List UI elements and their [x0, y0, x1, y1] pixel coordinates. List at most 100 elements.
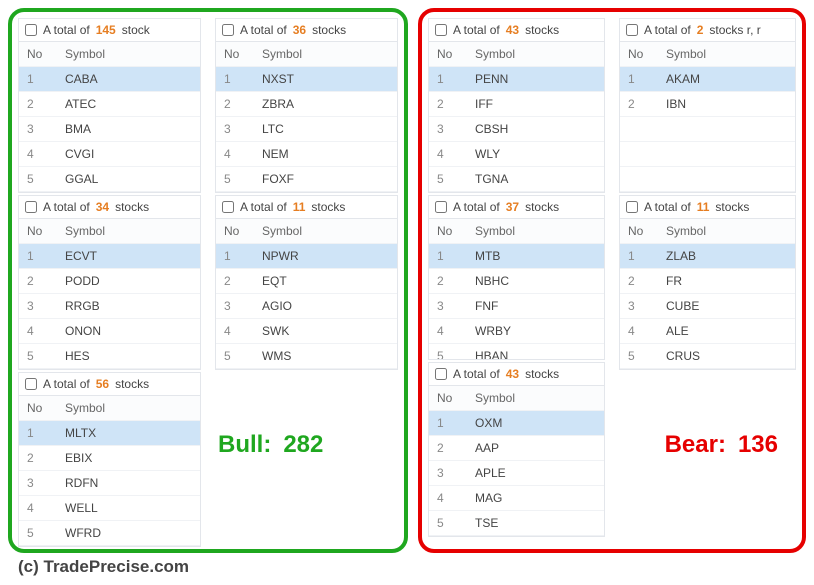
select-all-checkbox[interactable] [435, 368, 447, 380]
table-row[interactable]: 2IBN [620, 92, 795, 117]
table-row[interactable]: 1CABA [19, 67, 200, 92]
column-header-symbol[interactable]: Symbol [254, 219, 397, 244]
column-header-no[interactable]: No [19, 219, 57, 244]
column-header-no[interactable]: No [216, 219, 254, 244]
table-row[interactable]: 3LTC [216, 117, 397, 142]
column-header-symbol[interactable]: Symbol [254, 42, 397, 67]
table-row[interactable]: 3BMA [19, 117, 200, 142]
select-all-checkbox[interactable] [222, 24, 234, 36]
table-row[interactable]: 4NEM [216, 142, 397, 167]
table-row[interactable]: 4WRBY [429, 319, 604, 344]
table-row[interactable]: 5WFRD [19, 521, 200, 546]
stock-count: 43 [506, 23, 519, 37]
column-header-symbol[interactable]: Symbol [57, 42, 200, 67]
cell-symbol: MLTX [57, 421, 200, 446]
table-row[interactable]: 5GGAL [19, 167, 200, 192]
select-all-checkbox[interactable] [435, 24, 447, 36]
table-row[interactable]: 5HBAN [429, 344, 604, 361]
select-all-checkbox[interactable] [222, 201, 234, 213]
column-header-no[interactable]: No [620, 219, 658, 244]
table-row[interactable]: 2FR [620, 269, 795, 294]
select-all-checkbox[interactable] [25, 24, 37, 36]
select-all-checkbox[interactable] [626, 201, 638, 213]
table-row[interactable]: 2NBHC [429, 269, 604, 294]
table-row[interactable]: 3AGIO [216, 294, 397, 319]
cell-symbol: FNF [467, 294, 604, 319]
stock-count: 11 [293, 200, 306, 214]
table-row[interactable]: 4SWK [216, 319, 397, 344]
table-row[interactable]: 5HES [19, 344, 200, 369]
table-row[interactable]: 1NPWR [216, 244, 397, 269]
column-header-symbol[interactable]: Symbol [658, 42, 795, 67]
select-all-checkbox[interactable] [435, 201, 447, 213]
column-header-no[interactable]: No [429, 386, 467, 411]
column-header-no[interactable]: No [19, 396, 57, 421]
cell-no: 2 [620, 269, 658, 294]
cell-no: 1 [429, 411, 467, 436]
cell-no: 2 [19, 92, 57, 117]
table-row[interactable]: 3APLE [429, 461, 604, 486]
table-row[interactable]: 3FNF [429, 294, 604, 319]
table-row[interactable]: 5WMS [216, 344, 397, 369]
table-row[interactable]: 3RRGB [19, 294, 200, 319]
table-row[interactable]: 1NXST [216, 67, 397, 92]
cell-symbol: HES [57, 344, 200, 369]
table-row[interactable]: 1MTB [429, 244, 604, 269]
cell-symbol: PODD [57, 269, 200, 294]
table-row[interactable]: 1OXM [429, 411, 604, 436]
table-row[interactable]: 2PODD [19, 269, 200, 294]
column-header-symbol[interactable]: Symbol [467, 219, 604, 244]
table-row[interactable]: 2AAP [429, 436, 604, 461]
cell-no: 2 [429, 269, 467, 294]
total-prefix: A total of [43, 377, 90, 391]
stock-count: 34 [96, 200, 109, 214]
cell-no: 5 [19, 344, 57, 369]
column-header-no[interactable]: No [620, 42, 658, 67]
table-row[interactable]: 5FOXF [216, 167, 397, 192]
table-row[interactable]: 4MAG [429, 486, 604, 511]
cell-no: 1 [429, 67, 467, 92]
table-row[interactable]: 4ALE [620, 319, 795, 344]
table-row[interactable]: 4ONON [19, 319, 200, 344]
table-row[interactable]: 1PENN [429, 67, 604, 92]
table-row[interactable]: 5TSE [429, 511, 604, 536]
column-header-symbol[interactable]: Symbol [467, 42, 604, 67]
cell-no: 3 [216, 294, 254, 319]
select-all-checkbox[interactable] [626, 24, 638, 36]
table-row[interactable]: 2EBIX [19, 446, 200, 471]
cell-symbol: GGAL [57, 167, 200, 192]
select-all-checkbox[interactable] [25, 378, 37, 390]
table-row[interactable]: 5CRUS [620, 344, 795, 369]
table-row[interactable]: 1ECVT [19, 244, 200, 269]
table-row[interactable]: 1MLTX [19, 421, 200, 446]
column-header-symbol[interactable]: Symbol [57, 396, 200, 421]
table-row[interactable]: 5TGNA [429, 167, 604, 192]
table-row[interactable]: 3CBSH [429, 117, 604, 142]
cell-symbol: ZBRA [254, 92, 397, 117]
table-row[interactable]: 2ATEC [19, 92, 200, 117]
table-row[interactable]: 2IFF [429, 92, 604, 117]
table-row[interactable]: 3CUBE [620, 294, 795, 319]
table-row[interactable]: 3RDFN [19, 471, 200, 496]
table-row[interactable]: 2ZBRA [216, 92, 397, 117]
cell-symbol: PENN [467, 67, 604, 92]
column-header-no[interactable]: No [216, 42, 254, 67]
column-header-symbol[interactable]: Symbol [467, 386, 604, 411]
cell-symbol: WRBY [467, 319, 604, 344]
column-header-no[interactable]: No [429, 42, 467, 67]
table-row[interactable]: 1ZLAB [620, 244, 795, 269]
table-row[interactable]: 1AKAM [620, 67, 795, 92]
table-row[interactable]: 2EQT [216, 269, 397, 294]
column-header-no[interactable]: No [19, 42, 57, 67]
column-header-symbol[interactable]: Symbol [658, 219, 795, 244]
cell-symbol: ALE [658, 319, 795, 344]
column-header-no[interactable]: No [429, 219, 467, 244]
table-row[interactable]: 4WELL [19, 496, 200, 521]
copyright: (c) TradePrecise.com [18, 557, 806, 577]
column-header-symbol[interactable]: Symbol [57, 219, 200, 244]
widget-header: A total of 56 stocks [19, 373, 200, 396]
table-row[interactable]: 4CVGI [19, 142, 200, 167]
stock-table: NoSymbol1CABA2ATEC3BMA4CVGI5GGAL [19, 42, 200, 192]
select-all-checkbox[interactable] [25, 201, 37, 213]
table-row[interactable]: 4WLY [429, 142, 604, 167]
